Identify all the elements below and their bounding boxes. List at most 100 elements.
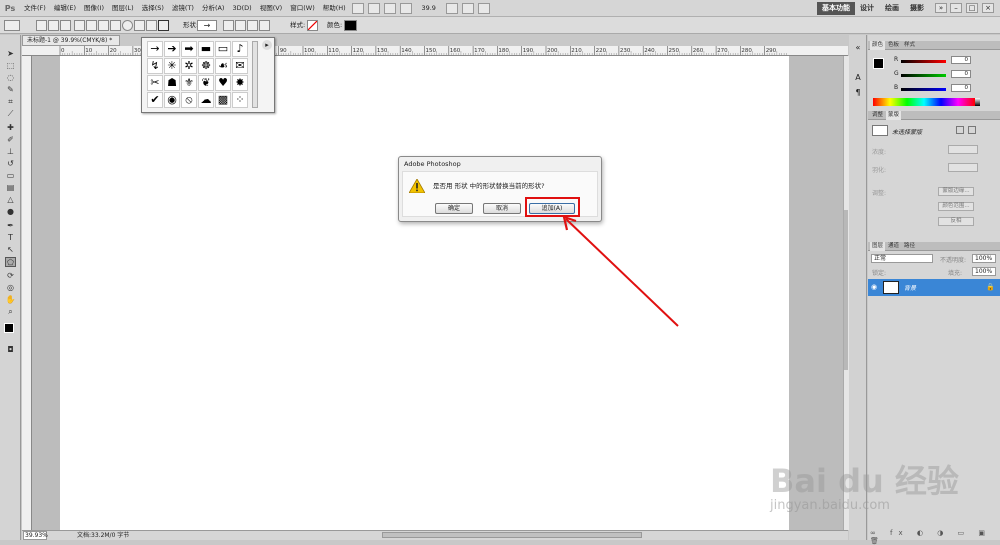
invert-button[interactable]: 反相 [938, 217, 974, 226]
menu-3d[interactable]: 3D(D) [228, 0, 255, 17]
cancel-button[interactable]: 取消 [483, 203, 521, 214]
tab-styles[interactable]: 样式 [902, 41, 917, 50]
shape-option[interactable]: ☙ [215, 58, 231, 74]
custom-shape-tool-icon[interactable]: ⬠ [5, 257, 16, 267]
eye-icon[interactable]: ◉ [871, 283, 877, 291]
shape-option[interactable]: ✔ [147, 92, 163, 108]
red-slider[interactable] [901, 60, 946, 63]
blue-slider[interactable] [901, 88, 946, 91]
shape-option[interactable]: ✲ [181, 58, 197, 74]
color-swatch[interactable] [344, 20, 357, 31]
hand-tool-icon[interactable]: ✋ [5, 295, 16, 305]
shape-option[interactable]: ☁ [198, 92, 214, 108]
subtract-area-button[interactable] [247, 20, 258, 31]
menu-file[interactable]: 文件(F) [20, 0, 50, 17]
new-layer-mode-button[interactable] [223, 20, 234, 31]
lasso-tool-icon[interactable]: ◌ [5, 73, 16, 83]
blur-tool-icon[interactable]: △ [5, 195, 16, 205]
ellipse-shape-icon[interactable] [122, 20, 133, 31]
3d-rotate-tool-icon[interactable]: ⟳ [5, 271, 16, 281]
zoom-tool-button[interactable] [399, 2, 412, 14]
pixel-mask-icon[interactable] [956, 126, 964, 134]
tool-preset-picker[interactable] [4, 20, 20, 31]
feather-field[interactable] [948, 163, 978, 172]
marquee-tool-icon[interactable]: ⬚ [5, 61, 16, 71]
menu-image[interactable]: 图像(I) [80, 0, 108, 17]
shape-option[interactable]: ▬ [198, 41, 214, 57]
color-spectrum[interactable] [873, 98, 975, 106]
shape-option[interactable]: ⦸ [181, 92, 197, 108]
shape-layers-mode-button[interactable] [36, 20, 47, 31]
menu-layer[interactable]: 图层(L) [108, 0, 138, 17]
shape-option[interactable]: ↯ [147, 58, 163, 74]
dodge-tool-icon[interactable]: ● [5, 207, 16, 217]
quick-select-tool-icon[interactable]: ✎ [5, 85, 16, 95]
shape-option[interactable]: ✸ [232, 75, 248, 91]
view-extras-button[interactable] [445, 2, 458, 14]
polygon-shape-icon[interactable] [134, 20, 145, 31]
shape-picker-menu-button[interactable]: ▸ [262, 40, 272, 50]
shape-option[interactable]: ♪ [232, 41, 248, 57]
opacity-field[interactable]: 100% [972, 254, 996, 263]
fill-field[interactable]: 100% [972, 267, 996, 276]
shape-option[interactable]: ☗ [164, 75, 180, 91]
crop-tool-icon[interactable]: ⌗ [5, 97, 16, 107]
green-slider[interactable] [901, 74, 946, 77]
brush-tool-icon[interactable]: ✐ [5, 135, 16, 145]
color-range-button[interactable]: 颜色范围... [938, 202, 974, 211]
shape-option[interactable]: ➔ [164, 41, 180, 57]
density-field[interactable] [948, 145, 978, 154]
shape-option[interactable]: ➡ [181, 41, 197, 57]
tab-paths[interactable]: 路径 [902, 242, 917, 251]
blend-mode-select[interactable]: 正常 [871, 254, 933, 263]
menu-select[interactable]: 选择(S) [138, 0, 168, 17]
workspace-design[interactable]: 设计 [860, 2, 874, 15]
menu-help[interactable]: 帮助(H) [319, 0, 350, 17]
blue-value[interactable]: 0 [951, 84, 971, 92]
3d-orbit-tool-icon[interactable]: ◎ [5, 283, 16, 293]
move-tool-icon[interactable]: ➤ [5, 49, 16, 59]
menu-analysis[interactable]: 分析(A) [198, 0, 229, 17]
tab-layers[interactable]: 图层 [870, 242, 886, 251]
shape-option[interactable]: → [147, 41, 163, 57]
layer-actions-bar[interactable]: ∞ fx ◐ ◑ ▭ ▣ 🗑 [870, 529, 998, 545]
clone-stamp-icon[interactable]: ⊥ [5, 147, 16, 157]
add-to-area-button[interactable] [235, 20, 246, 31]
freeform-pen-icon[interactable] [86, 20, 97, 31]
color-panel-foreground[interactable] [873, 58, 884, 69]
menu-view[interactable]: 视图(V) [256, 0, 287, 17]
tab-swatches[interactable]: 色板 [886, 41, 901, 50]
current-shape-picker[interactable]: → [197, 20, 217, 31]
path-select-tool-icon[interactable]: ↖ [5, 245, 16, 255]
color-spectrum-bw[interactable] [975, 98, 980, 106]
paths-mode-button[interactable] [48, 20, 59, 31]
document-tab[interactable]: 未标题-1 @ 39.9%(CMYK/8) * [22, 35, 120, 46]
tab-masks[interactable]: 蒙版 [886, 111, 902, 120]
status-zoom-field[interactable]: 39.93% [23, 531, 48, 540]
custom-shape-icon[interactable] [158, 20, 169, 31]
history-brush-icon[interactable]: ↺ [5, 159, 16, 169]
mini-bridge-button[interactable] [367, 2, 380, 14]
ok-button[interactable]: 确定 [435, 203, 473, 214]
shape-option[interactable]: ❦ [198, 75, 214, 91]
rounded-rectangle-icon[interactable] [110, 20, 121, 31]
gradient-tool-icon[interactable]: ▤ [5, 183, 16, 193]
intersect-area-button[interactable] [259, 20, 270, 31]
mask-edge-button[interactable]: 蒙版边缘... [938, 187, 974, 196]
shape-option[interactable]: ✉ [232, 58, 248, 74]
document-canvas[interactable] [60, 56, 789, 530]
hand-tool-button[interactable] [383, 2, 396, 14]
bridge-button[interactable] [351, 2, 364, 14]
rectangle-shape-icon[interactable] [98, 20, 109, 31]
shape-option[interactable]: ✂ [147, 75, 163, 91]
layer-row-background[interactable]: ◉ 背景 🔒 [868, 279, 1000, 296]
maximize-button[interactable]: □ [966, 3, 978, 13]
green-value[interactable]: 0 [951, 70, 971, 78]
quick-mask-icon[interactable]: ◘ [5, 345, 16, 355]
eraser-tool-icon[interactable]: ▭ [5, 171, 16, 181]
zoom-level-field[interactable]: 39.9 [414, 4, 444, 12]
style-picker[interactable] [307, 20, 318, 31]
shape-option[interactable]: ▭ [215, 41, 231, 57]
healing-brush-icon[interactable]: ✚ [5, 123, 16, 133]
zoom-tool-icon[interactable]: ⌕ [5, 307, 16, 317]
